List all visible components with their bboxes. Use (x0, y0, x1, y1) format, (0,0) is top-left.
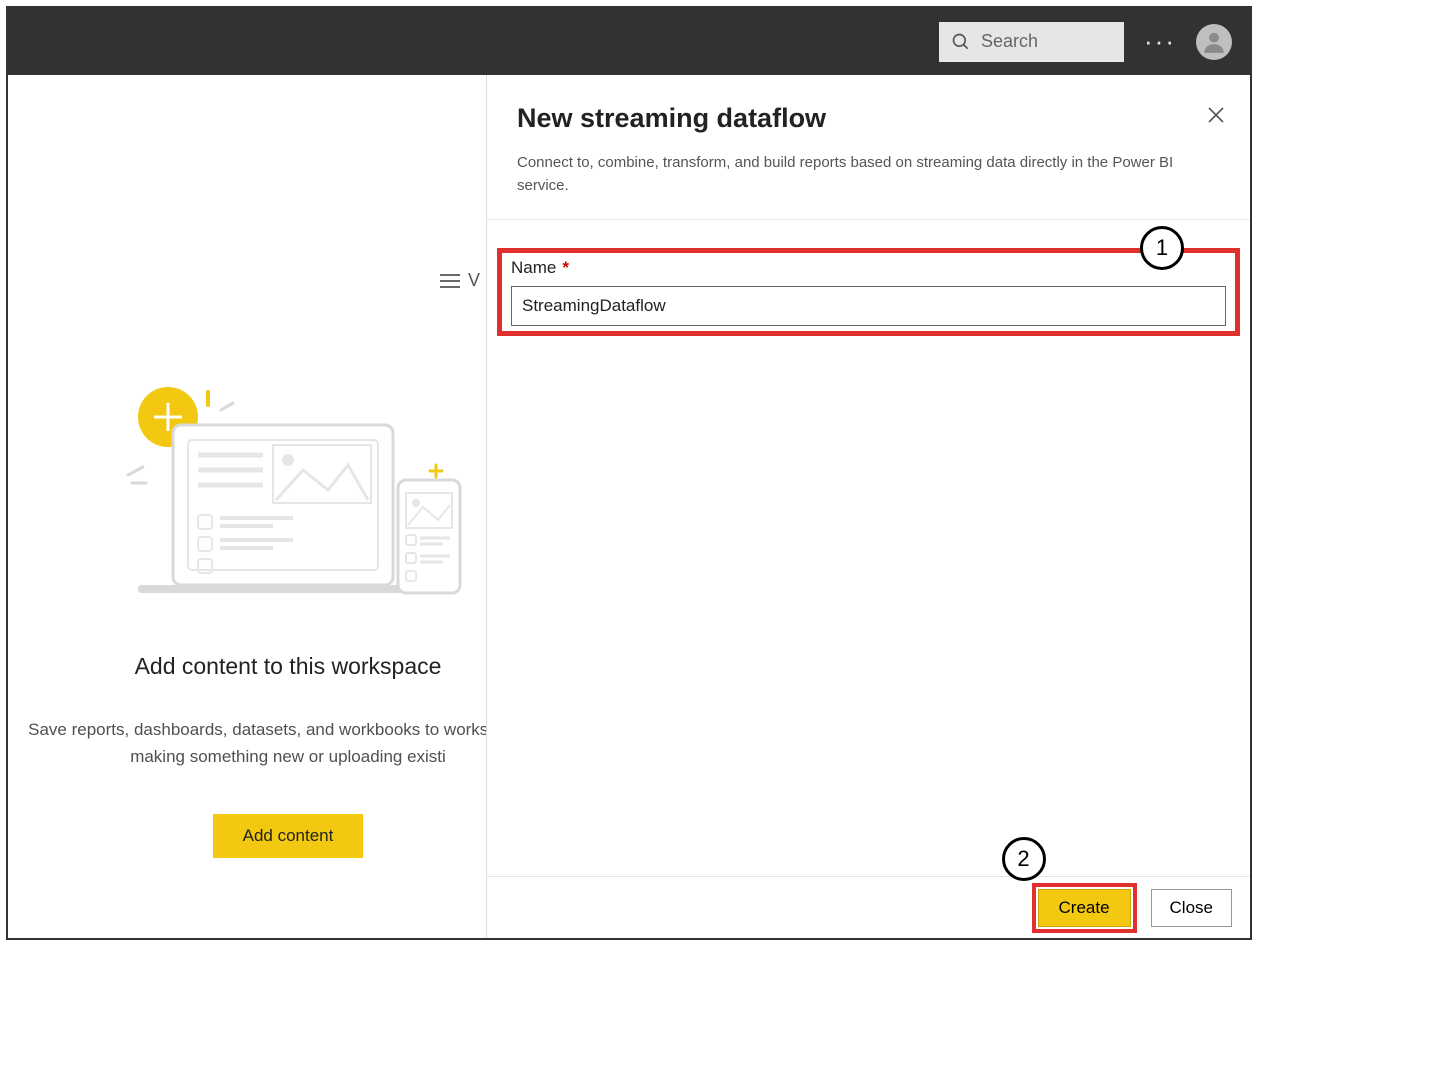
callout-step-1: 1 (1140, 226, 1184, 270)
close-panel-button[interactable] (1206, 105, 1226, 130)
empty-state-title: Add content to this workspace (135, 653, 442, 680)
name-input[interactable] (511, 286, 1226, 326)
more-options-icon[interactable]: ··· (1144, 26, 1176, 57)
callout-step-2: 2 (1002, 837, 1046, 881)
name-field-label: Name (511, 258, 556, 278)
search-placeholder: Search (981, 31, 1038, 52)
panel-description: Connect to, combine, transform, and buil… (517, 152, 1220, 197)
required-indicator: * (562, 258, 569, 278)
empty-state-description: Save reports, dashboards, datasets, and … (8, 716, 568, 770)
close-icon (1206, 105, 1226, 125)
panel-title: New streaming dataflow (517, 103, 1220, 134)
new-streaming-dataflow-panel: New streaming dataflow Connect to, combi… (486, 75, 1250, 938)
avatar[interactable] (1196, 24, 1232, 60)
person-icon (1201, 29, 1227, 55)
name-field-block: Name * 1 (497, 248, 1240, 336)
empty-workspace-illustration (98, 375, 478, 605)
search-box[interactable]: Search (939, 22, 1124, 62)
panel-footer: Create 2 Close (487, 876, 1250, 938)
search-icon (951, 32, 971, 52)
create-button[interactable]: Create (1038, 889, 1131, 927)
add-content-button[interactable]: Add content (213, 814, 364, 858)
top-bar: Search ··· (8, 8, 1250, 75)
close-button[interactable]: Close (1151, 889, 1232, 927)
